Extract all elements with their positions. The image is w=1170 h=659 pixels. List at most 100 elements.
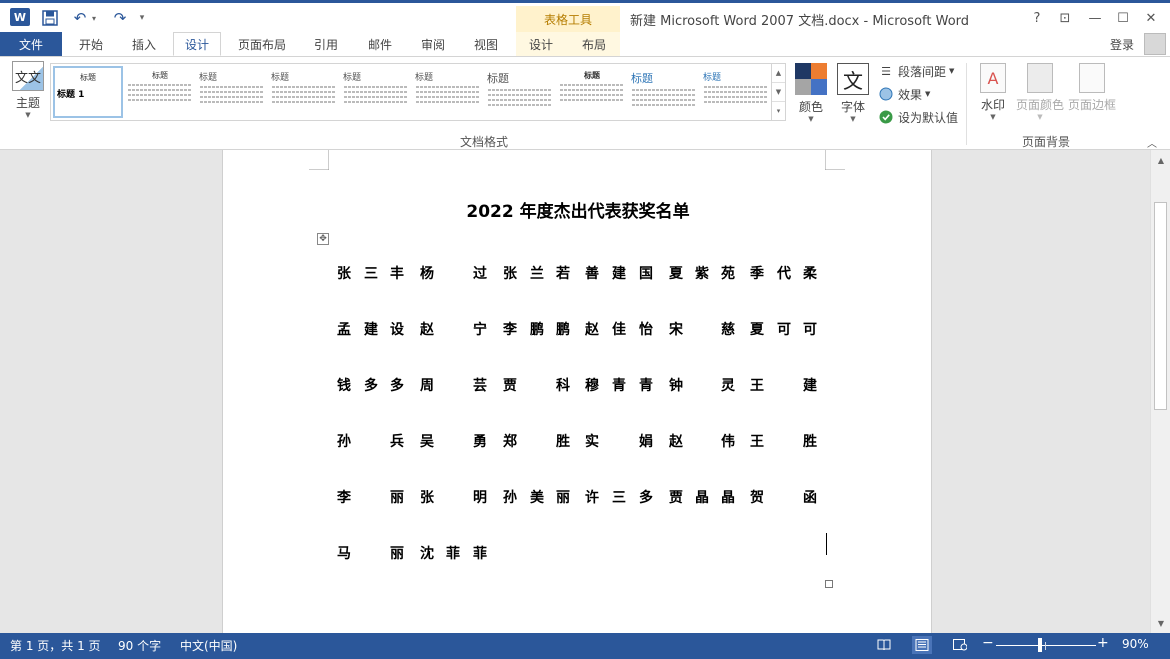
web-layout-icon[interactable] [950,636,970,654]
table-cell[interactable]: 孙 [497,487,523,507]
table-cell[interactable]: 科 [550,375,576,395]
table-cell[interactable]: 贾 [497,375,523,395]
sign-in-link[interactable]: 登录 [1110,36,1134,53]
table-cell[interactable]: 菲 [467,543,493,563]
table-cell[interactable]: 张 [414,487,440,507]
minimize-button[interactable]: — [1084,8,1106,28]
style-set-thumbnail[interactable]: 标题 [701,66,771,118]
zoom-slider[interactable] [996,645,1096,646]
tab-references[interactable]: 引用 [305,32,347,56]
table-cell[interactable]: 孙 [331,431,357,451]
table-cell[interactable]: 建 [606,263,632,283]
set-as-default-button[interactable]: 设为默认值 [878,107,958,127]
table-cell[interactable]: 三 [606,487,632,507]
table-cell[interactable]: 穆 [579,375,605,395]
read-mode-icon[interactable] [874,636,894,654]
table-cell[interactable]: 丽 [384,543,410,563]
table-resize-handle[interactable] [825,580,833,588]
zoom-in-button[interactable]: + [1097,635,1109,651]
table-cell[interactable]: 柔 [797,263,823,283]
document-heading[interactable]: 2022 年度杰出代表获奖名单 [223,197,933,222]
table-cell[interactable]: 鹏 [524,319,550,339]
table-cell[interactable]: 贾 [663,487,689,507]
table-cell[interactable]: 娟 [633,431,659,451]
table-cell[interactable]: 晶 [689,487,715,507]
table-cell[interactable]: 慈 [715,319,741,339]
style-set-thumbnail[interactable]: 标题 [557,66,627,118]
table-cell[interactable]: 若 [550,263,576,283]
table-cell[interactable]: 宁 [467,319,493,339]
table-cell[interactable]: 张 [331,263,357,283]
table-cell[interactable]: 伟 [715,431,741,451]
table-cell[interactable]: 过 [467,263,493,283]
table-cell[interactable]: 多 [384,375,410,395]
page-borders-button[interactable]: 页面边框 [1066,63,1118,113]
avatar[interactable] [1144,33,1166,55]
style-set-thumbnail[interactable]: 标题 [485,66,555,118]
table-cell[interactable]: 明 [467,487,493,507]
close-button[interactable]: ✕ [1140,8,1162,28]
themes-button[interactable]: 文文 主题 ▼ [8,61,48,127]
table-cell[interactable]: 郑 [497,431,523,451]
help-button[interactable]: ? [1026,8,1048,28]
redo-icon[interactable]: ↷ [110,8,130,28]
table-cell[interactable]: 紫 [689,263,715,283]
table-cell[interactable]: 周 [414,375,440,395]
table-cell[interactable]: 胜 [550,431,576,451]
page-color-button[interactable]: 页面颜色 ▼ [1014,63,1066,121]
undo-dropdown-icon[interactable]: ▾ [90,8,98,28]
table-cell[interactable]: 青 [633,375,659,395]
table-cell[interactable]: 张 [497,263,523,283]
save-icon[interactable] [40,8,60,28]
table-cell[interactable]: 菲 [440,543,466,563]
table-cell[interactable]: 设 [384,319,410,339]
tab-file[interactable]: 文件 [0,32,62,56]
table-cell[interactable]: 丽 [550,487,576,507]
vertical-scrollbar[interactable]: ▲ ▼ [1150,150,1170,633]
tab-view[interactable]: 视图 [464,32,508,56]
effects-button[interactable]: 效果 ▼ [878,84,930,104]
table-cell[interactable]: 可 [771,319,797,339]
tab-page-layout[interactable]: 页面布局 [230,32,294,56]
table-cell[interactable]: 可 [797,319,823,339]
style-set-thumbnail[interactable]: 标题 [341,66,411,118]
table-cell[interactable]: 青 [606,375,632,395]
style-set-thumbnail[interactable]: 标题 [629,66,699,118]
print-layout-icon[interactable] [912,636,932,654]
table-cell[interactable]: 芸 [467,375,493,395]
table-cell[interactable]: 函 [797,487,823,507]
table-cell[interactable]: 国 [633,263,659,283]
style-set-thumbnail[interactable]: 标题 标题 1 [53,66,123,118]
table-cell[interactable]: 马 [331,543,357,563]
colors-button[interactable]: 颜色 ▼ [794,63,828,123]
maximize-button[interactable]: ☐ [1112,8,1134,28]
table-cell[interactable]: 苑 [715,263,741,283]
table-cell[interactable]: 李 [497,319,523,339]
word-count[interactable]: 90 个字 [118,637,161,654]
page-count[interactable]: 第 1 页，共 1 页 [10,637,101,654]
table-cell[interactable]: 孟 [331,319,357,339]
table-cell[interactable]: 勇 [467,431,493,451]
tab-home[interactable]: 开始 [70,32,112,56]
table-cell[interactable]: 胜 [797,431,823,451]
gallery-more-icon[interactable]: ▾ [772,102,785,120]
table-cell[interactable]: 赵 [663,431,689,451]
table-cell[interactable]: 沈 [414,543,440,563]
table-cell[interactable]: 代 [771,263,797,283]
style-set-thumbnail[interactable]: 标题 [269,66,339,118]
table-cell[interactable]: 杨 [414,263,440,283]
word-app-icon[interactable]: W [10,8,30,26]
table-cell[interactable]: 钱 [331,375,357,395]
watermark-button[interactable]: A 水印 ▼ [967,63,1019,121]
scroll-up-icon[interactable]: ▲ [1151,152,1170,168]
scroll-down-icon[interactable]: ▼ [1151,615,1170,631]
table-cell[interactable]: 实 [579,431,605,451]
tab-design[interactable]: 设计 [173,32,221,56]
undo-icon[interactable]: ↶ [70,8,90,28]
style-set-thumbnail[interactable]: 标题 [413,66,483,118]
table-cell[interactable]: 夏 [663,263,689,283]
gallery-down-icon[interactable]: ▼ [772,83,785,102]
table-cell[interactable]: 丽 [384,487,410,507]
scroll-thumb[interactable] [1154,202,1167,410]
zoom-out-button[interactable]: − [982,635,994,651]
